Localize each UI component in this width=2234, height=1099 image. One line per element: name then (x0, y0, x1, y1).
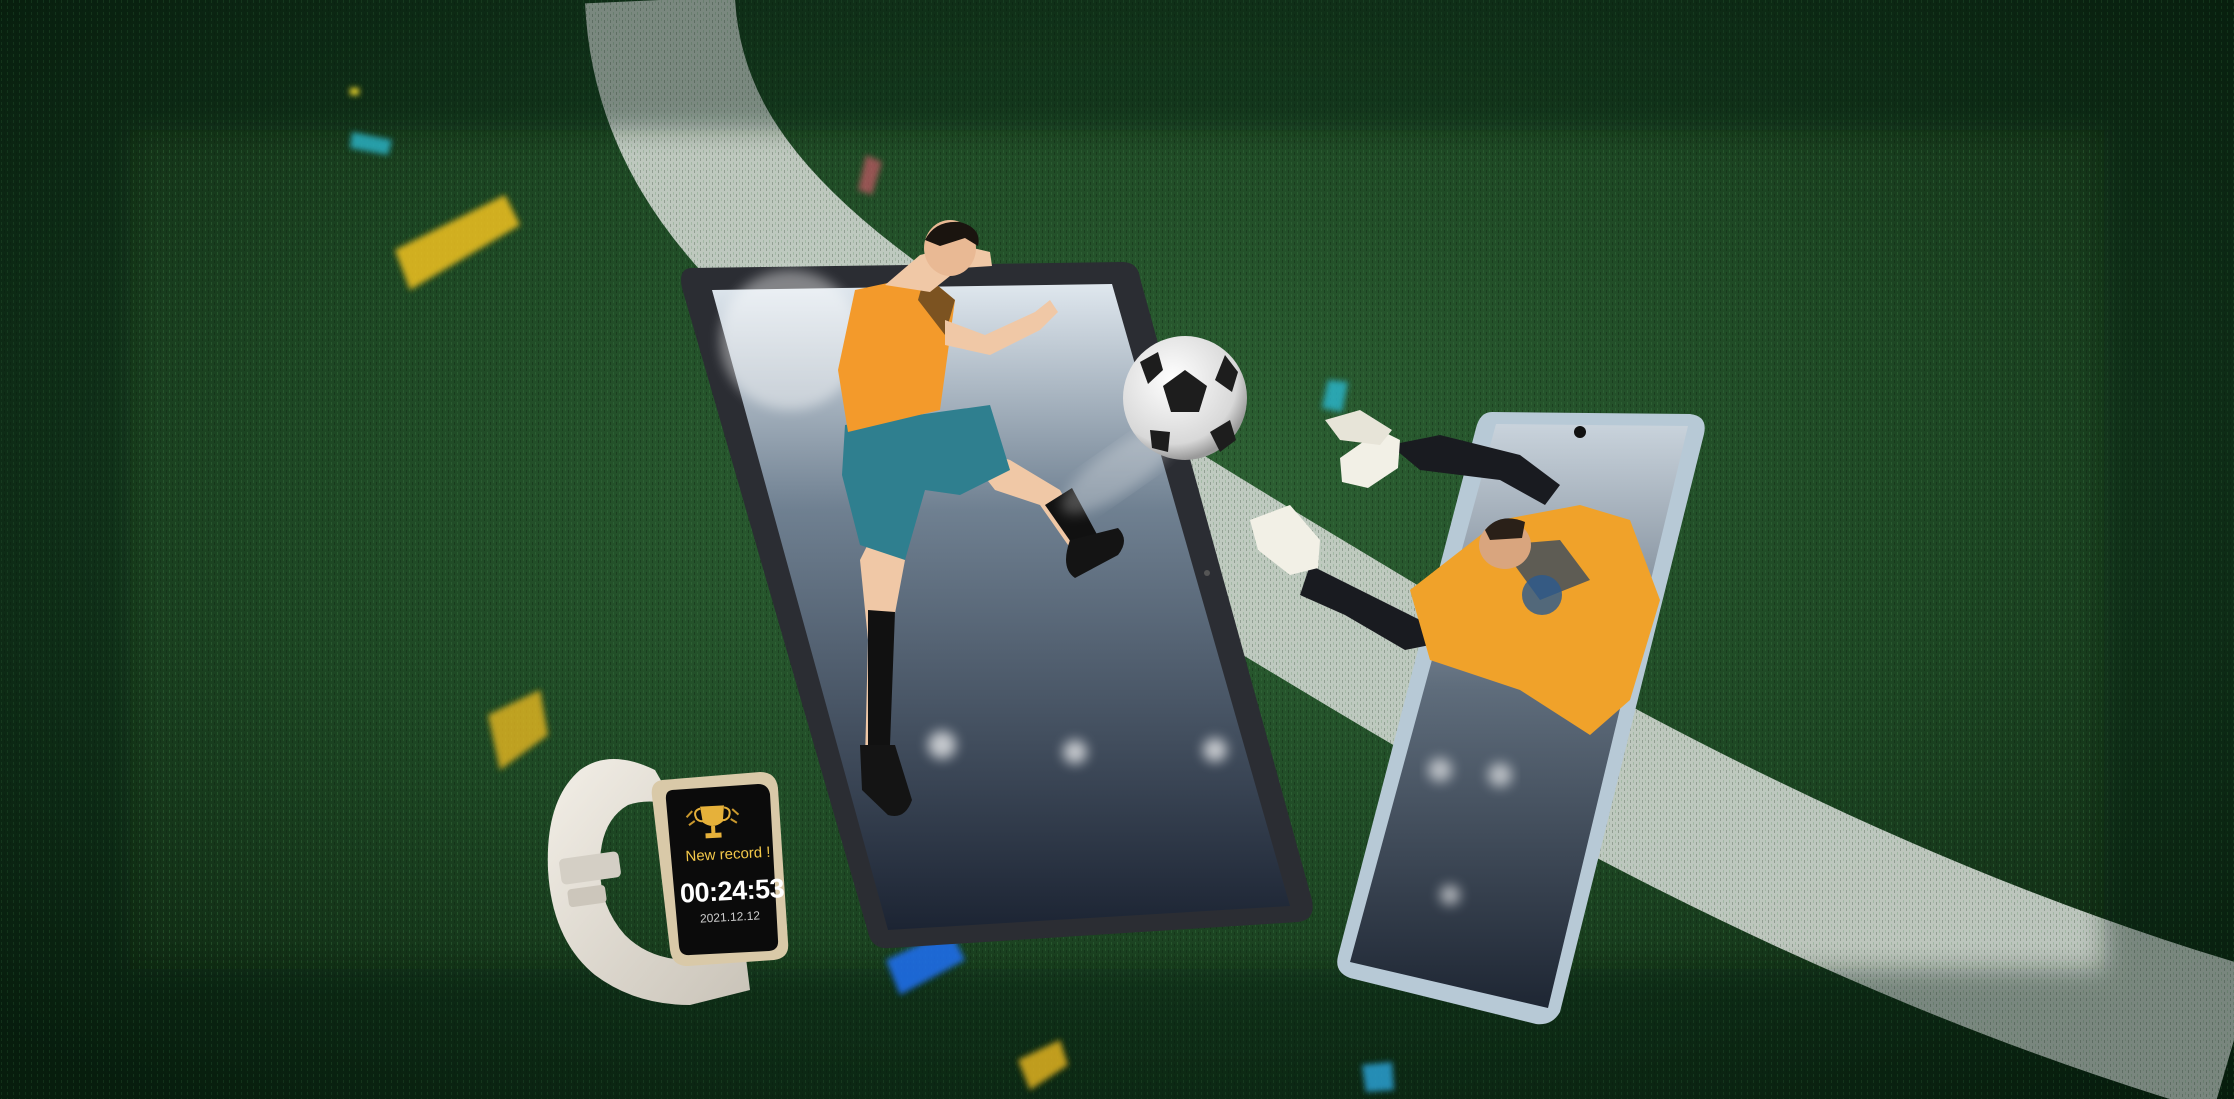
scene-illustration (0, 0, 2234, 1099)
soccer-devices-scene: New record ! 00:24:53 2021.12.12 (0, 0, 2234, 1099)
watch-time: 00:24:53 (679, 873, 785, 909)
